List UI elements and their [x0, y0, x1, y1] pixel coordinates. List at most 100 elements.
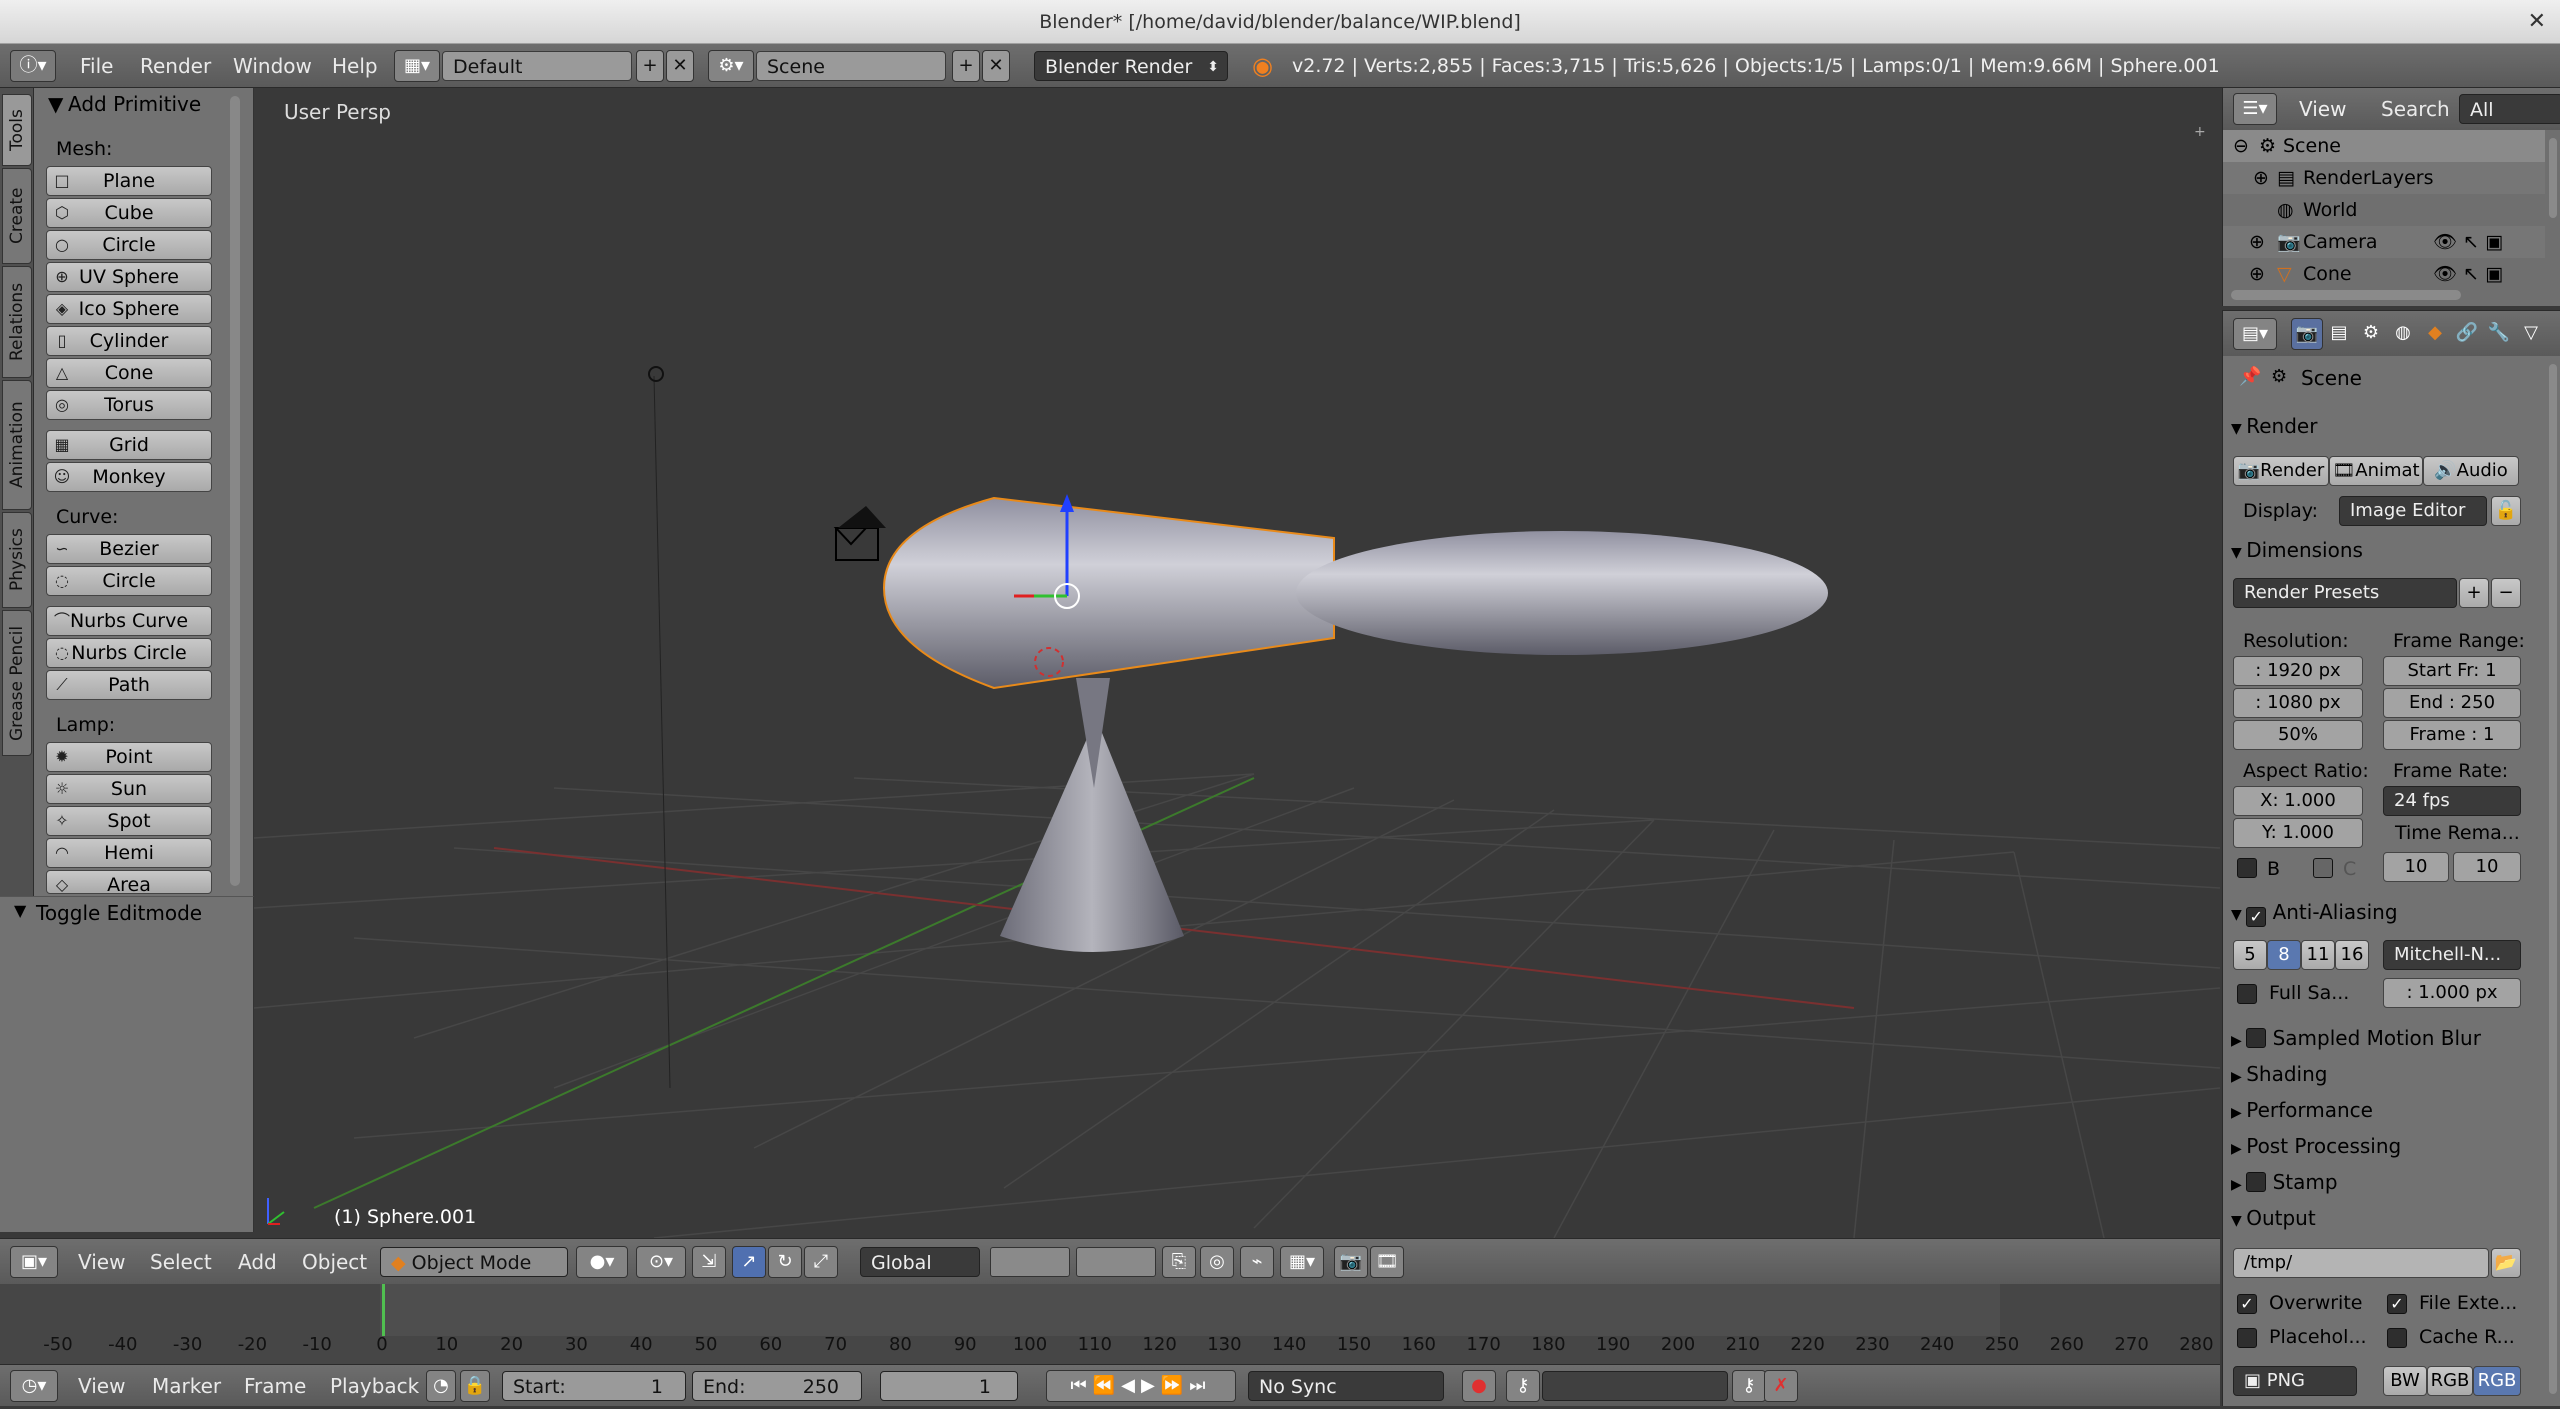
menu-marker[interactable]: Marker	[152, 1365, 221, 1409]
add-cone-button[interactable]: △ Cone	[46, 358, 212, 388]
torus-object[interactable]	[1296, 531, 1828, 655]
shading-section-header[interactable]: ▶ Shading	[2231, 1056, 2539, 1092]
orientation-dropdown[interactable]: Global	[860, 1247, 980, 1277]
aa-filter-dropdown[interactable]: Mitchell-N...	[2383, 940, 2521, 970]
aa-samples-8[interactable]: 8	[2267, 940, 2301, 970]
add-monkey-button[interactable]: ☺ Monkey	[46, 462, 212, 492]
add-cube-button[interactable]: ⬡ Cube	[46, 198, 212, 228]
tab-animation[interactable]: Animation	[2, 380, 32, 510]
eye-icon[interactable]: 👁 ↖ ▣	[2433, 258, 2503, 290]
remove-scene-icon[interactable]: ✕	[982, 50, 1010, 82]
outliner-row-scene[interactable]: ⊖ ⚙ Scene	[2223, 130, 2545, 162]
file-extensions-checkbox[interactable]: ✓	[2387, 1294, 2407, 1314]
add-layout-icon[interactable]: +	[636, 50, 664, 82]
pivot-point-icon[interactable]: ⊙▾	[636, 1246, 686, 1278]
add-torus-button[interactable]: ◎ Torus	[46, 390, 212, 420]
3d-viewport[interactable]: User Persp (1) Sphere.001 +	[254, 88, 2220, 1238]
add-circle-button[interactable]: ○ Circle	[46, 230, 212, 260]
menu-object[interactable]: Object	[302, 1239, 367, 1283]
playback-controls[interactable]: ⏮⏪◀▶⏩⏭	[1046, 1370, 1236, 1402]
add-nurbs-curve-button[interactable]: ⌒ Nurbs Curve	[46, 606, 212, 636]
display-dropdown[interactable]: Image Editor	[2339, 496, 2487, 526]
add-area-lamp-button[interactable]: ◇ Area	[46, 870, 212, 894]
lock-interface-icon[interactable]: 🔓	[2491, 496, 2521, 526]
insert-keyframe-icon[interactable]: ⚷	[1732, 1370, 1766, 1402]
scene-render[interactable]	[254, 88, 2220, 1238]
collapse-icon[interactable]: ⊖	[2233, 130, 2249, 162]
render-layers-tab-icon[interactable]: ▤	[2323, 318, 2355, 350]
render-presets-dropdown[interactable]: Render Presets	[2233, 578, 2457, 608]
editor-type-outliner-icon[interactable]: ☰▾	[2233, 93, 2277, 125]
overwrite-checkbox[interactable]: ✓	[2237, 1294, 2257, 1314]
tab-create[interactable]: Create	[2, 168, 32, 264]
expand-icon[interactable]: ⊕	[2253, 162, 2269, 194]
render-animation-icon[interactable]: 🎞	[1370, 1246, 1404, 1278]
scene-field[interactable]: Scene	[756, 51, 946, 81]
aa-samples-11[interactable]: 11	[2301, 940, 2335, 970]
current-frame-field[interactable]: 1	[880, 1371, 1018, 1401]
outliner[interactable]: ⊖ ⚙ Scene ⊕ ▤ RenderLayers ◍ World ⊕ 📷 Camera 👁 …	[2222, 130, 2560, 306]
screen-layout-field[interactable]: Default	[442, 51, 632, 81]
scene-icon[interactable]: ⚙▾	[708, 50, 754, 82]
modifiers-tab-icon[interactable]: 🔧	[2483, 318, 2515, 350]
aspect-y-field[interactable]: Y: 1.000	[2233, 818, 2363, 848]
audio-button[interactable]: 🔊Audio	[2423, 456, 2519, 486]
menu-frame[interactable]: Frame	[244, 1365, 306, 1409]
menu-file[interactable]: File	[80, 44, 113, 88]
timeline-area[interactable]: -50 -40 -30 -20 -10 0 10 20 30 40 50 60 70 80 90 100 110…	[0, 1284, 2220, 1364]
anti-aliasing-checkbox[interactable]: ✓	[2246, 907, 2267, 927]
eye-icon[interactable]: 👁 ↖ ▣	[2433, 226, 2503, 258]
data-tab-icon[interactable]: ▽	[2515, 318, 2547, 350]
animation-button[interactable]: 🎞Animat	[2329, 456, 2423, 486]
layers-2[interactable]	[1076, 1247, 1156, 1277]
start-frame-field[interactable]: Start: 1	[502, 1371, 686, 1401]
keying-set-icon[interactable]: ⚷	[1506, 1370, 1540, 1402]
close-icon[interactable]: ✕	[2528, 0, 2546, 44]
performance-section-header[interactable]: ▶ Performance	[2231, 1092, 2539, 1128]
preview-range-icon[interactable]: ◔	[426, 1370, 456, 1402]
render-button[interactable]: 📷Render	[2233, 456, 2329, 486]
outliner-view-menu[interactable]: View	[2299, 88, 2346, 132]
outliner-search-menu[interactable]: Search	[2381, 88, 2450, 132]
add-grid-button[interactable]: ▦ Grid	[46, 430, 212, 460]
menu-select[interactable]: Select	[150, 1239, 212, 1283]
tab-tools[interactable]: Tools	[2, 94, 32, 166]
keying-set-field[interactable]	[1542, 1371, 1728, 1401]
sphere-selected-object[interactable]	[882, 496, 1335, 690]
manipulator-toggle-icon[interactable]: ⇲	[692, 1246, 726, 1278]
add-ico-sphere-button[interactable]: ◈ Ico Sphere	[46, 294, 212, 324]
layers-1[interactable]	[990, 1247, 1070, 1277]
expand-icon[interactable]: ⊕	[2249, 226, 2265, 258]
crop-checkbox[interactable]	[2313, 858, 2333, 878]
panel-collapse-icon[interactable]: ▼	[14, 901, 26, 920]
end-frame-prop[interactable]: End : 250	[2383, 688, 2521, 718]
add-uv-sphere-button[interactable]: ⊕ UV Sphere	[46, 262, 212, 292]
add-hemi-lamp-button[interactable]: ◠ Hemi	[46, 838, 212, 868]
outliner-row-camera[interactable]: ⊕ 📷 Camera 👁 ↖ ▣	[2223, 226, 2545, 258]
motion-blur-checkbox[interactable]	[2246, 1028, 2267, 1048]
toolshelf-scrollbar[interactable]	[230, 96, 240, 886]
outliner-display-mode[interactable]: All Scenes	[2459, 94, 2560, 151]
camera-object[interactable]	[833, 527, 879, 561]
placeholders-checkbox[interactable]	[2237, 1328, 2257, 1348]
motion-blur-section-header[interactable]: ▶ Sampled Motion Blur	[2231, 1020, 2539, 1056]
render-tab-icon[interactable]: 📷	[2291, 318, 2323, 350]
add-scene-icon[interactable]: +	[952, 50, 980, 82]
screen-layout-icon[interactable]: ▦▾	[394, 50, 440, 82]
panel-collapse-icon[interactable]: ▼	[48, 92, 63, 116]
color-bw-button[interactable]: BW	[2383, 1366, 2427, 1396]
scene-tab-icon[interactable]: ⚙	[2355, 318, 2387, 350]
editor-type-timeline-icon[interactable]: ◷▾	[10, 1370, 58, 1402]
delete-keyframe-icon[interactable]: ✗	[1764, 1370, 1798, 1402]
world-tab-icon[interactable]: ◍	[2387, 318, 2419, 350]
remove-layout-icon[interactable]: ✕	[666, 50, 694, 82]
color-rgb-button[interactable]: RGB	[2427, 1366, 2473, 1396]
full-sample-checkbox[interactable]	[2237, 984, 2257, 1004]
editor-type-properties-icon[interactable]: ▤▾	[2233, 318, 2277, 350]
add-plane-button[interactable]: □ Plane	[46, 166, 212, 196]
add-path-button[interactable]: ⟋ Path	[46, 670, 212, 700]
tab-physics[interactable]: Physics	[2, 512, 32, 608]
anti-aliasing-section-header[interactable]: ▼ ✓ Anti-Aliasing	[2231, 894, 2539, 930]
output-section-header[interactable]: ▼ Output	[2231, 1200, 2539, 1236]
dimensions-section-header[interactable]: ▼ Dimensions	[2231, 532, 2539, 568]
